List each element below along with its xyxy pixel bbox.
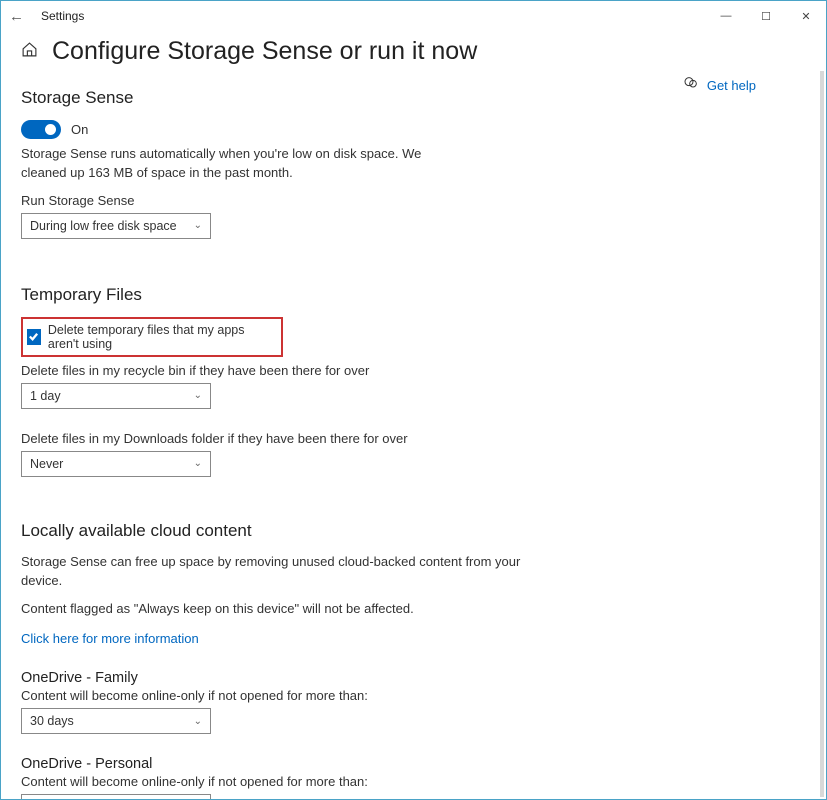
temporary-files-section: Temporary Files Delete temporary files t… bbox=[21, 285, 806, 477]
cloud-content-section: Locally available cloud content Storage … bbox=[21, 521, 806, 799]
recycle-bin-value: 1 day bbox=[30, 389, 61, 403]
chevron-down-icon: ⌄ bbox=[194, 716, 202, 727]
help-icon bbox=[683, 75, 699, 94]
cloud-heading: Locally available cloud content bbox=[21, 521, 806, 541]
storage-sense-section: Storage Sense On Storage Sense runs auto… bbox=[21, 88, 806, 239]
recycle-bin-label: Delete files in my recycle bin if they h… bbox=[21, 363, 806, 378]
chevron-down-icon: ⌄ bbox=[194, 390, 202, 401]
onedrive-family-select[interactable]: 30 days ⌄ bbox=[21, 708, 211, 734]
minimize-button[interactable]: — bbox=[706, 1, 746, 31]
get-help[interactable]: Get help bbox=[683, 75, 756, 94]
recycle-bin-select[interactable]: 1 day ⌄ bbox=[21, 383, 211, 409]
scrollbar[interactable] bbox=[820, 71, 824, 797]
onedrive-personal-desc: Content will become online-only if not o… bbox=[21, 774, 806, 789]
back-button[interactable]: ← bbox=[9, 8, 29, 25]
content-area: Configure Storage Sense or run it now Ge… bbox=[1, 31, 826, 799]
temporary-files-heading: Temporary Files bbox=[21, 285, 806, 305]
delete-temp-files-label: Delete temporary files that my apps aren… bbox=[48, 323, 277, 351]
onedrive-personal-select[interactable]: 30 days ⌄ bbox=[21, 794, 211, 799]
run-storage-sense-label: Run Storage Sense bbox=[21, 193, 806, 208]
delete-temp-files-checkbox-highlight: Delete temporary files that my apps aren… bbox=[21, 317, 283, 357]
onedrive-personal-heading: OneDrive - Personal bbox=[21, 756, 806, 772]
onedrive-family-value: 30 days bbox=[30, 714, 74, 728]
onedrive-family-desc: Content will become online-only if not o… bbox=[21, 688, 806, 703]
onedrive-family-heading: OneDrive - Family bbox=[21, 670, 806, 686]
downloads-select[interactable]: Never ⌄ bbox=[21, 451, 211, 477]
chevron-down-icon: ⌄ bbox=[194, 458, 202, 469]
page-header: Configure Storage Sense or run it now bbox=[21, 37, 806, 66]
chevron-down-icon: ⌄ bbox=[194, 220, 202, 231]
toggle-state-label: On bbox=[71, 122, 88, 137]
run-storage-sense-value: During low free disk space bbox=[30, 219, 177, 233]
maximize-button[interactable]: ☐ bbox=[746, 1, 786, 31]
titlebar: ← Settings — ☐ ✕ bbox=[1, 1, 826, 31]
page-title: Configure Storage Sense or run it now bbox=[52, 37, 477, 66]
delete-temp-files-checkbox[interactable] bbox=[27, 329, 41, 345]
downloads-value: Never bbox=[30, 457, 63, 471]
downloads-label: Delete files in my Downloads folder if t… bbox=[21, 431, 806, 446]
cloud-desc-1: Storage Sense can free up space by remov… bbox=[21, 553, 541, 591]
close-button[interactable]: ✕ bbox=[786, 1, 826, 31]
window-title: Settings bbox=[29, 9, 706, 23]
storage-sense-toggle[interactable] bbox=[21, 120, 61, 139]
get-help-link[interactable]: Get help bbox=[707, 78, 756, 93]
home-icon[interactable] bbox=[21, 41, 38, 63]
cloud-desc-2: Content flagged as "Always keep on this … bbox=[21, 600, 431, 619]
storage-sense-desc: Storage Sense runs automatically when yo… bbox=[21, 145, 431, 183]
cloud-more-info-link[interactable]: Click here for more information bbox=[21, 631, 199, 646]
run-storage-sense-select[interactable]: During low free disk space ⌄ bbox=[21, 213, 211, 239]
